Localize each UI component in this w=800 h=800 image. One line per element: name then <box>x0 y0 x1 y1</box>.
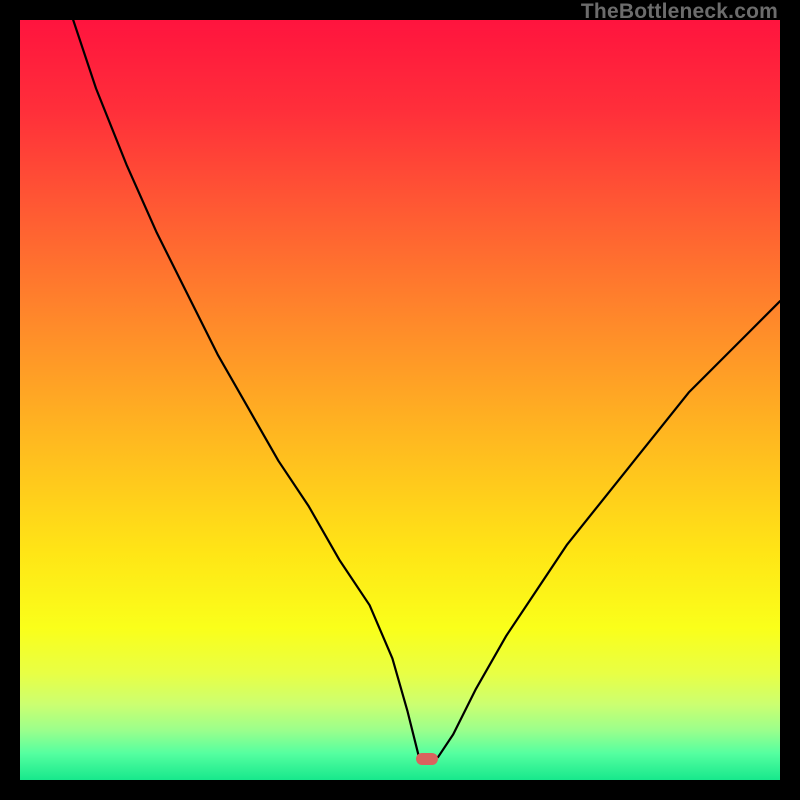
plot-area <box>20 20 780 780</box>
bottleneck-curve <box>20 20 780 780</box>
optimal-point-marker <box>416 753 438 765</box>
chart-frame: TheBottleneck.com <box>0 0 800 800</box>
